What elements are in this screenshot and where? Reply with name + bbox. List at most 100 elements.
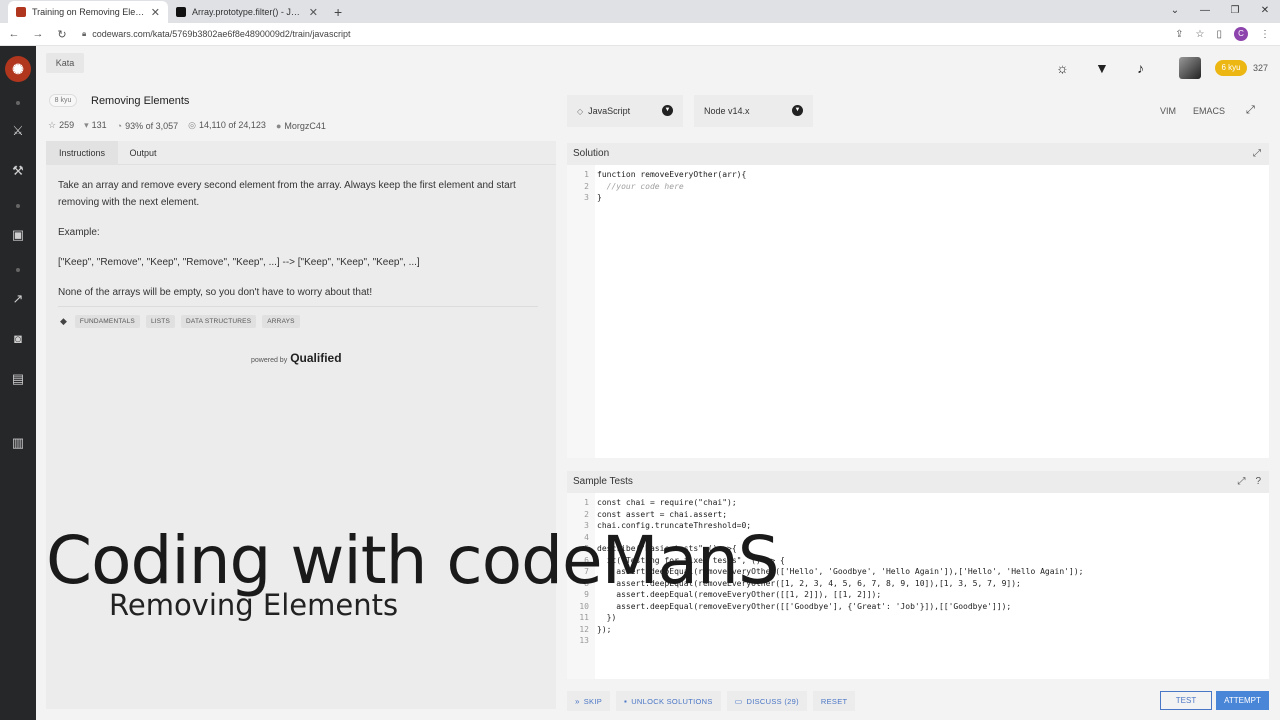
divider: [58, 306, 538, 307]
app-header: Kata ☼ ▼ ♪ 6 kyu 327: [36, 46, 1280, 88]
browser-tabbar: Training on Removing Elements | Codewars…: [0, 0, 1280, 23]
theme-sun-icon[interactable]: ☼: [1056, 60, 1069, 76]
powered-by-qualified[interactable]: powered by Qualified: [251, 351, 342, 365]
browser-tab-codewars[interactable]: Training on Removing Elements | Codewars…: [8, 1, 168, 23]
mdn-favicon-icon: [176, 7, 186, 17]
menu-icon[interactable]: ⋮: [1260, 29, 1270, 40]
url-field[interactable]: 🔒︎ codewars.com/kata/5769b3802ae6f8e4890…: [82, 29, 1175, 39]
briefcase-icon[interactable]: ▣: [0, 227, 36, 243]
version-select-value: Node v14.x: [704, 106, 750, 116]
lock-icon: 🔒︎: [82, 29, 87, 38]
tag-data-structures[interactable]: DATA STRUCTURES: [181, 315, 257, 328]
bookmark-star-icon[interactable]: ☆: [1196, 29, 1205, 40]
author-stat[interactable]: ● MorgzC41: [276, 121, 326, 131]
chevron-down-icon: ▼: [662, 105, 673, 116]
tag-icon: ◆: [60, 316, 67, 326]
comments-icon: ▭: [734, 696, 743, 706]
browser-tab-mdn[interactable]: Array.prototype.filter() - JavaScript | …: [168, 1, 326, 23]
close-window-icon[interactable]: ✕: [1250, 0, 1280, 22]
sample-tests-header: Sample Tests ⤢ ?: [567, 471, 1269, 493]
solution-title: Solution: [573, 148, 610, 159]
user-icon: ●: [275, 120, 282, 131]
new-tab-button[interactable]: +: [326, 1, 350, 23]
tab-output[interactable]: Output: [128, 141, 158, 165]
solution-header: Solution ⤢: [567, 143, 1269, 165]
share-icon[interactable]: ⇪: [1175, 29, 1183, 40]
code-line: });: [597, 624, 612, 634]
maximize-icon[interactable]: ❐: [1220, 0, 1250, 22]
kata-title: Removing Elements: [91, 95, 190, 107]
lock-icon: ▪: [624, 696, 628, 706]
fullscreen-icon[interactable]: ⤢: [1246, 104, 1255, 117]
video-overlay-subtitle: Removing Elements: [109, 588, 399, 622]
code-line: //your code here: [597, 181, 684, 191]
chevron-down-icon: ▼: [792, 105, 803, 116]
skip-button[interactable]: » SKIP: [567, 691, 611, 711]
code-line: const chai = require("chai");: [597, 498, 737, 507]
tag-arrays[interactable]: ARRAYS: [262, 315, 300, 328]
forward-icon[interactable]: →: [28, 28, 48, 40]
satisfaction-stat: ◔ 93% of 3,057: [116, 120, 179, 131]
close-tab-icon[interactable]: ✕: [151, 6, 160, 19]
address-bar: ← → ↻ 🔒︎ codewars.com/kata/5769b3802ae6f…: [0, 23, 1280, 46]
kata-nav-tab[interactable]: Kata: [46, 53, 84, 73]
tab-instructions[interactable]: Instructions: [46, 141, 118, 165]
docs-book-icon[interactable]: ▥: [0, 435, 36, 451]
tag-list: ◆ FUNDAMENTALS LISTS DATA STRUCTURES ARR…: [60, 315, 300, 328]
code-line: assert.deepEqual(removeEveryOther([['Goo…: [597, 601, 1012, 611]
rank-badge: 6 kyu: [1215, 60, 1247, 76]
instruction-paragraph: Example:: [58, 227, 100, 238]
user-avatar[interactable]: [1179, 57, 1201, 79]
code-line: function removeEveryOther(arr){: [597, 170, 747, 179]
tab-search-icon[interactable]: ⌄: [1160, 0, 1190, 22]
discuss-button[interactable]: ▭ DISCUSS (29): [726, 691, 807, 711]
language-select-value: JavaScript: [588, 106, 631, 116]
emacs-mode-toggle[interactable]: EMACS: [1193, 106, 1225, 116]
code-lines[interactable]: function removeEveryOther(arr){ //your c…: [597, 169, 1269, 204]
vim-mode-toggle[interactable]: VIM: [1160, 106, 1176, 116]
profile-avatar[interactable]: C: [1234, 27, 1248, 41]
line-numbers: 123: [584, 170, 589, 202]
practice-icon[interactable]: ⚔: [0, 123, 36, 139]
kyu-badge: 8 kyu: [49, 94, 77, 107]
attempt-button[interactable]: ATTEMPT: [1216, 691, 1269, 710]
star-icon: ☆: [48, 120, 57, 130]
back-icon[interactable]: ←: [4, 28, 24, 40]
reload-icon[interactable]: ↻: [52, 28, 72, 41]
code-line: }): [597, 613, 617, 622]
code-line: }: [597, 193, 602, 202]
discord-icon[interactable]: ◙: [0, 331, 36, 346]
url-text: codewars.com/kata/5769b3802ae6f8e4890009…: [92, 29, 351, 39]
codewars-logo-icon[interactable]: ✺: [5, 56, 31, 82]
expand-icon[interactable]: ⤢: [1237, 471, 1245, 493]
sidepanel-icon[interactable]: ▯: [1216, 29, 1222, 40]
leaderboard-icon[interactable]: ↗: [0, 291, 36, 307]
help-icon[interactable]: ?: [1255, 471, 1261, 493]
instruction-paragraph: Take an array and remove every second el…: [58, 180, 516, 208]
stars-stat[interactable]: ☆ 259: [48, 120, 74, 131]
test-button[interactable]: TEST: [1160, 691, 1212, 710]
notification-bell-icon[interactable]: ♪: [1137, 60, 1144, 76]
unlock-solutions-button[interactable]: ▪ UNLOCK SOLUTIONS: [616, 691, 721, 711]
close-tab-icon[interactable]: ✕: [309, 6, 318, 19]
reset-button[interactable]: RESET: [812, 691, 856, 711]
code-line: const assert = chai.assert;: [597, 509, 728, 519]
panel-tabs: Instructions Output: [46, 141, 556, 165]
kata-icon[interactable]: ⚒: [0, 163, 36, 179]
js-icon: ◇: [577, 106, 584, 116]
tag-fundamentals[interactable]: FUNDAMENTALS: [74, 315, 140, 328]
language-select[interactable]: ◇ JavaScript ▼: [567, 95, 683, 127]
expand-icon[interactable]: ⤢: [1253, 143, 1261, 165]
chat-icon[interactable]: ▤: [0, 371, 36, 387]
instruction-paragraph: None of the arrays will be empty, so you…: [58, 287, 373, 298]
solution-editor[interactable]: Solution ⤢ 123 function removeEveryOther…: [567, 143, 1269, 458]
bookmark-icon[interactable]: ▼: [1095, 60, 1109, 76]
sidebar-dot: [16, 268, 20, 272]
instructions-body: Take an array and remove every second el…: [58, 177, 538, 321]
honor-count: 327: [1253, 63, 1269, 73]
completed-stat: ◎ 14,110 of 24,123: [188, 120, 266, 130]
favorites-stat: ▾ 131: [84, 120, 107, 130]
minimize-icon[interactable]: —: [1190, 0, 1220, 22]
version-select[interactable]: Node v14.x ▼: [694, 95, 813, 127]
tag-lists[interactable]: LISTS: [145, 315, 175, 328]
